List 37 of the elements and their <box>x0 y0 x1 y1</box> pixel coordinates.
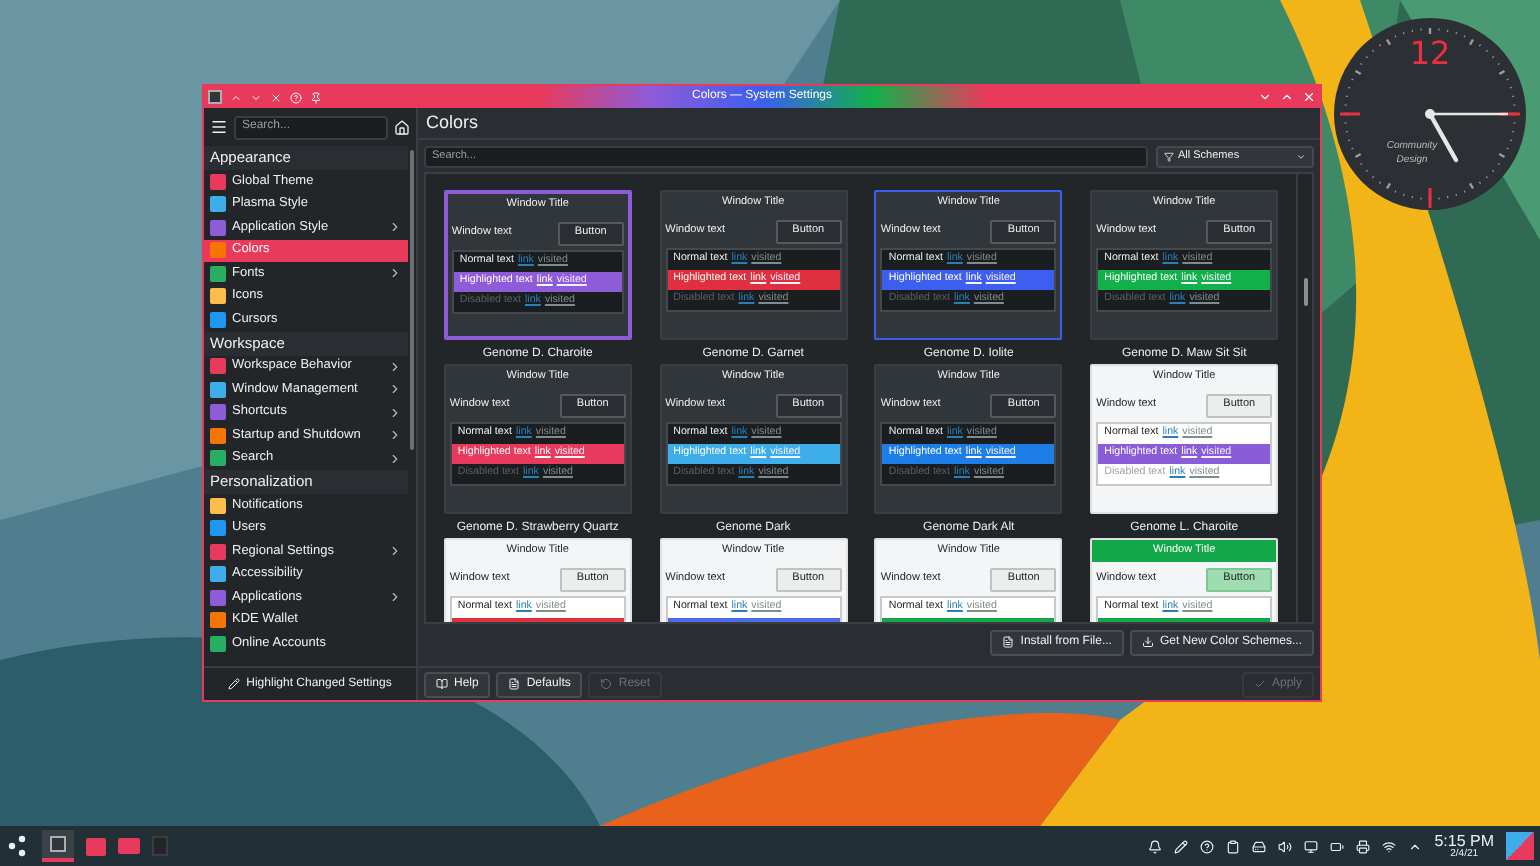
pencil-icon <box>228 678 241 690</box>
tray-icon[interactable] <box>1278 839 1293 853</box>
maximize-icon[interactable] <box>1280 90 1294 104</box>
task-icon[interactable] <box>42 830 74 862</box>
undo-icon <box>600 678 613 690</box>
filter-icon <box>1164 151 1174 161</box>
minimize-icon[interactable] <box>1258 90 1272 104</box>
tray-icon[interactable] <box>1174 839 1189 853</box>
close-icon[interactable] <box>1302 90 1316 104</box>
tray-icon[interactable] <box>1252 839 1267 853</box>
document-icon <box>508 678 521 690</box>
download-icon <box>1141 636 1154 648</box>
chevron-right-icon <box>388 266 402 281</box>
expand-tray-icon[interactable] <box>1408 839 1423 853</box>
page-title: Colors <box>418 108 1320 140</box>
document-icon <box>1002 636 1015 648</box>
home-icon[interactable] <box>394 119 410 135</box>
tray-icon[interactable] <box>1226 839 1241 853</box>
menu-icon[interactable] <box>210 118 228 136</box>
pin-icon[interactable] <box>310 91 322 103</box>
tray-icon[interactable] <box>1330 839 1345 853</box>
close-icon[interactable] <box>270 91 282 103</box>
tray-icon[interactable] <box>1148 839 1163 853</box>
tray-icon[interactable] <box>1304 839 1319 853</box>
check-icon <box>1253 678 1266 690</box>
tray-icon[interactable] <box>1356 839 1371 853</box>
task-icon[interactable] <box>86 837 106 855</box>
chevron-right-icon <box>388 220 402 235</box>
app-icon <box>208 90 222 104</box>
chevron-right-icon <box>388 590 402 605</box>
launcher-icon[interactable] <box>6 834 30 858</box>
scrollbar[interactable] <box>1296 174 1312 622</box>
tray-icon[interactable] <box>1382 839 1397 853</box>
clock-time[interactable]: 5:15 PM <box>1434 833 1494 849</box>
chevron-right-icon <box>388 544 402 559</box>
tray-icon[interactable] <box>1200 839 1215 853</box>
chevron-down-icon <box>1296 151 1306 161</box>
